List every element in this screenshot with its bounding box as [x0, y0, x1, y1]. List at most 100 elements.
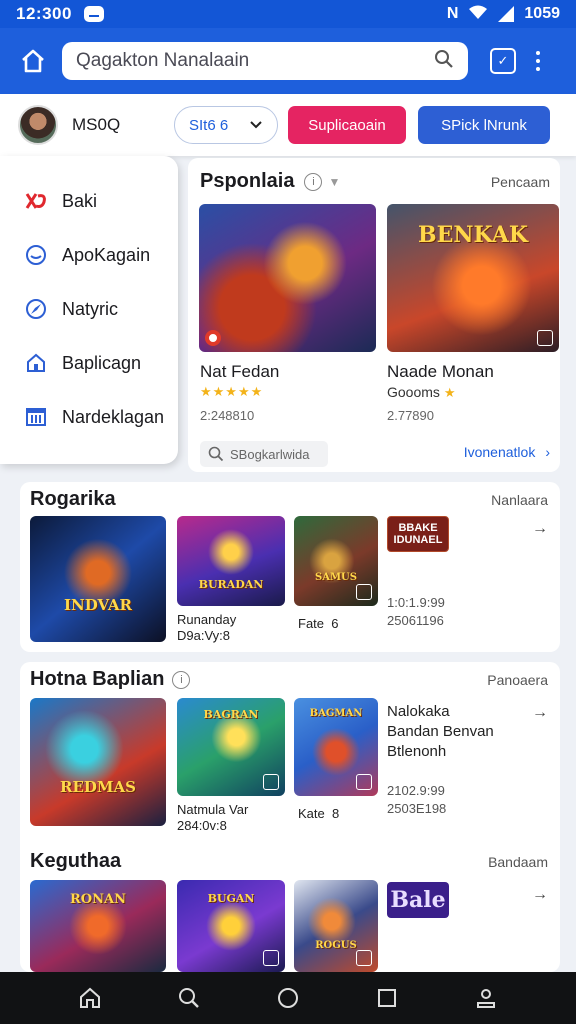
nav-home-icon[interactable] [77, 985, 103, 1011]
see-all-link[interactable]: Pencaam [491, 174, 550, 190]
game-count: 2:248810 [200, 408, 255, 423]
section-panel: Rogarika Nanlaara INDVAR BURADAN SAMUS B… [20, 482, 560, 652]
search-icon [208, 446, 224, 462]
game-caption: Fate 6 [298, 616, 339, 631]
wifi-icon [468, 4, 488, 25]
see-all-link[interactable]: Nanlaara [491, 492, 548, 508]
game-card-image[interactable]: BENKAK [387, 204, 559, 352]
messenger-icon [83, 6, 104, 22]
game-card-image[interactable]: INDVAR [30, 516, 166, 642]
publisher-label: Goooms [387, 384, 440, 400]
sidebar-item-label: Baki [62, 190, 98, 211]
more-menu-icon[interactable] [536, 51, 540, 71]
star-icon: ★ [443, 385, 457, 400]
nav-search-icon[interactable] [176, 985, 202, 1011]
game-logo: BENKAK [418, 222, 528, 248]
game-caption: Natmula Var 284:0v:8 [177, 802, 249, 833]
nav-profile-icon[interactable] [473, 985, 499, 1011]
calendar-icon [24, 405, 48, 429]
game-caption: Kate 8 [298, 806, 340, 821]
sidebar-item-baplicagn[interactable]: Baplicagn [0, 336, 178, 390]
info-icon[interactable]: i [172, 670, 191, 689]
game-card-image[interactable]: ROGUS [294, 880, 378, 972]
search-bar[interactable] [62, 42, 468, 80]
record-icon [205, 330, 221, 346]
game-description[interactable]: Nalokaka Bandan Benvan Btlenonh [387, 702, 494, 762]
more-label: Ivonenatlok [463, 444, 536, 460]
featured-section: Psponlaia i ▼ Pencaam BENKAK Nat Fedan ★… [188, 158, 560, 472]
game-card-image[interactable] [199, 204, 376, 352]
game-meta: 2102.9:99 2503E198 [387, 783, 447, 816]
game-logo: BAGMAN [309, 708, 363, 719]
subscribe-button[interactable]: Suplicaoain [288, 106, 406, 144]
username: MS0Q [72, 115, 121, 134]
section-panel: Hotna Baplian i Panoaera REDMAS BAGRAN B… [20, 662, 560, 972]
game-card-image[interactable]: SAMUS [294, 516, 378, 606]
status-time: 12:300 [16, 4, 72, 23]
home-icon[interactable] [14, 42, 52, 80]
compass-icon [24, 297, 48, 321]
game-caption: Runanday D9a:Vy:8 [177, 612, 237, 643]
sidebar-item-nardeklagan[interactable]: Nardeklagan [0, 390, 178, 444]
game-card-image[interactable]: BAGRAN [177, 698, 285, 796]
category-select[interactable]: SIt6 6 [174, 106, 278, 144]
arrow-right-icon[interactable]: → [532, 886, 548, 904]
sidebar-item-apokagain[interactable]: ApoKagain [0, 228, 178, 282]
game-card-image[interactable]: BUGAN [177, 880, 285, 972]
quick-link-button[interactable]: SPick lNrunk [418, 106, 550, 144]
chevron-down-icon[interactable]: ▼ [328, 175, 340, 189]
chevron-down-icon [250, 121, 262, 129]
game-tag-button[interactable]: BBAKE IDUNAEL [387, 516, 449, 552]
avatar[interactable] [18, 105, 58, 145]
arrow-right-icon[interactable]: → [532, 704, 548, 722]
featured-header: Psponlaia i ▼ Pencaam [200, 170, 550, 193]
play-store-icon[interactable]: ✓ [490, 48, 516, 74]
sidebar-item-label: Baplicagn [62, 352, 142, 373]
game-logo: BAGRAN [203, 708, 259, 721]
game-card-image[interactable]: BURADAN [177, 516, 285, 606]
game-card-image[interactable]: BAGMAN [294, 698, 378, 796]
search-icon[interactable] [434, 49, 454, 74]
game-tag-button[interactable]: Bale [387, 882, 449, 918]
more-link[interactable]: Ivonenatlok › [464, 444, 550, 460]
nav-recents-icon[interactable] [374, 985, 400, 1011]
select-value: SIt6 6 [189, 116, 229, 134]
game-title[interactable]: Nat Fedan [200, 362, 279, 382]
game-publisher: Goooms ★ [387, 384, 456, 401]
logo-x-icon [24, 189, 48, 213]
arrow-right-icon[interactable]: → [532, 520, 548, 538]
game-card-image[interactable]: RONAN [30, 880, 166, 972]
game-logo: RONAN [70, 892, 126, 907]
section-header: Hotna Baplian i Panoaera [30, 668, 548, 691]
sidebar-menu: Baki ApoKagain Natyric Baplicagn Nardekl… [0, 156, 178, 464]
chip-label: SBogkarlwida [230, 446, 310, 462]
search-input[interactable] [76, 50, 434, 72]
expand-icon[interactable] [263, 774, 279, 790]
game-logo: SAMUS [315, 572, 357, 583]
sidebar-item-label: Natyric [62, 298, 119, 319]
expand-icon[interactable] [356, 774, 372, 790]
expand-icon[interactable] [356, 584, 372, 600]
game-title[interactable]: Naade Monan [387, 362, 494, 382]
expand-icon[interactable] [356, 950, 372, 966]
section-title: Rogarika [30, 488, 116, 510]
nfc-icon: N [446, 5, 459, 22]
expand-icon[interactable] [263, 950, 279, 966]
game-logo: REDMAS [60, 778, 136, 796]
game-meta: 1:0:1.9:99 25061196 [387, 595, 445, 628]
game-logo: BUGAN [207, 892, 255, 905]
info-icon[interactable]: i [304, 172, 323, 191]
section-header: Rogarika Nanlaara [30, 488, 548, 511]
see-all-link[interactable]: Bandaam [488, 854, 548, 870]
expand-icon[interactable] [537, 330, 553, 346]
status-right: N 1059 [447, 4, 560, 25]
profile-bar: MS0Q SIt6 6 Suplicaoain SPick lNrunk [0, 94, 576, 156]
game-card-image[interactable]: REDMAS [30, 698, 166, 826]
section-title: Keguthaa [30, 850, 122, 872]
nav-home-circle-icon[interactable] [275, 985, 301, 1011]
house-icon [24, 351, 48, 375]
see-all-link[interactable]: Panoaera [487, 672, 548, 688]
sidebar-item-natyric[interactable]: Natyric [0, 282, 178, 336]
search-chip[interactable]: SBogkarlwida [200, 441, 328, 467]
sidebar-item-baki[interactable]: Baki [0, 174, 178, 228]
